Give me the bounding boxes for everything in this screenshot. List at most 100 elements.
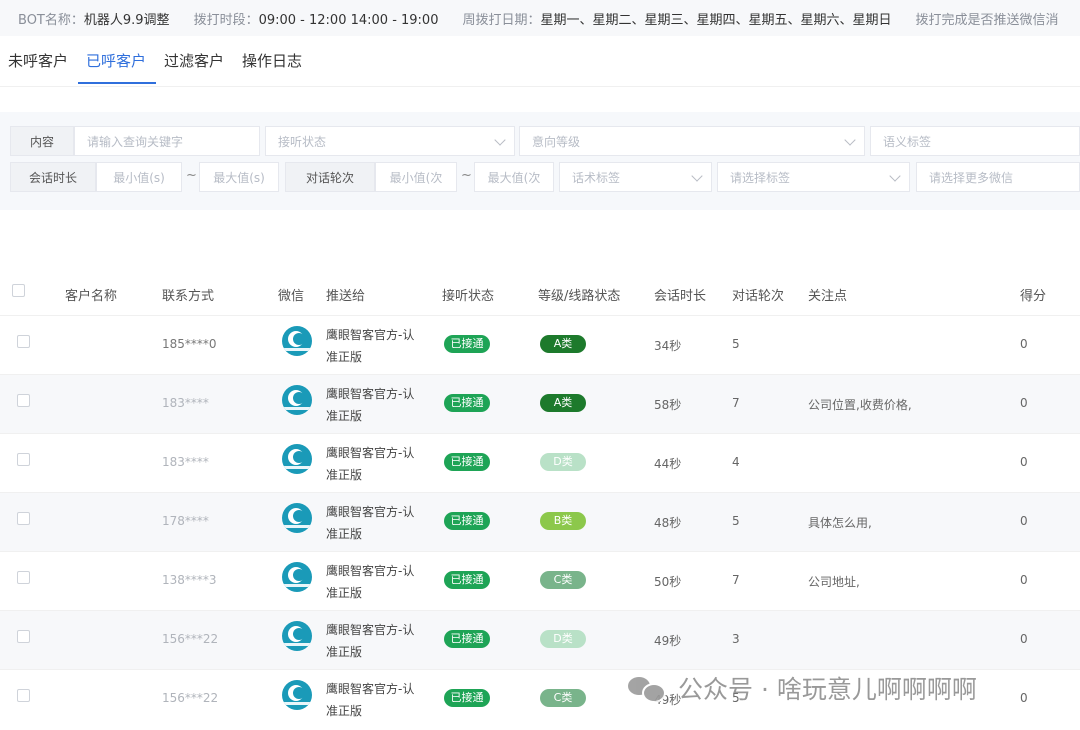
level-badge: D类 [540,453,586,471]
chevron-down-icon [844,134,856,146]
row-checkbox[interactable] [17,512,30,525]
level-badge: A类 [540,394,586,412]
rounds-value: 7 [732,396,740,410]
tag-placeholder: 请选择标签 [730,170,791,185]
col-focus: 关注点 [808,289,848,304]
focus-value: 公司地址, [808,575,860,589]
watermark: 公众号 · 啥玩意儿啊啊啊啊 [628,668,977,708]
push-target: 鹰眼智客官方-认准正版 [326,505,415,541]
app-root: BOT名称：机器人9.9调整 拨打时段：09:00 - 12:00 14:00 … [0,0,1080,730]
col-duration: 会话时长 [654,289,707,304]
wechat-select[interactable]: 请选择更多微信 [916,162,1080,192]
score-value: 0 [1020,514,1028,528]
dial-weekday-label: 周拨打日期： [462,12,541,28]
table-row[interactable]: 178**** 鹰眼智客官方-认准正版 已接通 B类 48秒 5 具体怎么用, … [0,492,1080,551]
level-badge: C类 [540,689,586,707]
semantic-tag-placeholder: 语义标签 [883,134,932,149]
score-value: 0 [1020,632,1028,646]
duration-label: 会话时长 [10,162,96,192]
tab-filtered[interactable]: 过滤客户 [156,40,234,84]
answer-status-badge: 已接通 [444,689,490,707]
max-rounds-input[interactable]: 最大值(次 [474,162,554,192]
rounds-value: 3 [732,632,740,646]
duration-value: 48秒 [654,516,682,530]
answer-status-badge: 已接通 [444,571,490,589]
score-value: 0 [1020,337,1028,351]
select-all-checkbox[interactable] [12,284,25,297]
rounds-value: 7 [732,573,740,587]
contact-phone: 183**** [162,396,209,410]
dial-time-info: 拨打时段：09:00 - 12:00 14:00 - 19:00 [194,9,439,28]
range-separator: ~ [186,168,197,183]
wechat-avatar-icon [282,444,312,474]
contact-phone: 156***22 [162,691,219,705]
focus-value: 公司位置,收费价格, [808,398,912,412]
tab-called[interactable]: 已呼客户 [78,40,157,84]
table-row[interactable]: 183**** 鹰眼智客官方-认准正版 已接通 D类 44秒 4 0 [0,433,1080,492]
wechat-placeholder: 请选择更多微信 [929,170,1014,185]
col-answer-status: 接听状态 [442,289,495,304]
col-customer-name: 客户名称 [65,289,118,304]
contact-phone: 178**** [162,514,209,528]
push-target: 鹰眼智客官方-认准正版 [326,328,415,364]
col-contact: 联系方式 [162,289,215,304]
table-row[interactable]: 185****0 鹰眼智客官方-认准正版 已接通 A类 34秒 5 0 [0,315,1080,374]
col-rounds: 对话轮次 [732,289,785,304]
script-tag-select[interactable]: 话术标签 [559,162,712,192]
level-badge: B类 [540,512,586,530]
col-push-to: 推送给 [326,289,366,304]
rounds-label: 对话轮次 [285,162,375,192]
bot-name-info: BOT名称：机器人9.9调整 [18,9,170,28]
max-duration-input[interactable]: 最大值(s) [199,162,279,192]
script-tag-placeholder: 话术标签 [572,170,621,185]
table-header: 客户名称 联系方式 微信 推送给 接听状态 等级/线路状态 会话时长 对话轮次 … [0,273,1080,315]
row-checkbox[interactable] [17,571,30,584]
table-row[interactable]: 156***22 鹰眼智客官方-认准正版 已接通 D类 49秒 3 0 [0,610,1080,669]
min-duration-input[interactable]: 最小值(s) [96,162,182,192]
semantic-tag-select[interactable]: 语义标签 [870,126,1080,156]
duration-value: 58秒 [654,398,682,412]
table-row[interactable]: 138****3 鹰眼智客官方-认准正版 已接通 C类 50秒 7 公司地址, … [0,551,1080,610]
bot-name-value: 机器人9.9调整 [83,12,170,28]
tab-operation-log[interactable]: 操作日志 [234,40,312,84]
table-row[interactable]: 183**** 鹰眼智客官方-认准正版 已接通 A类 58秒 7 公司位置,收费… [0,374,1080,433]
tab-uncalled[interactable]: 未呼客户 [0,40,78,84]
duration-value: 44秒 [654,457,682,471]
customer-tabs: 未呼客户 已呼客户 过滤客户 操作日志 [0,40,1080,86]
contact-phone: 185****0 [162,337,217,351]
push-target: 鹰眼智客官方-认准正版 [326,446,415,482]
row-checkbox[interactable] [17,630,30,643]
duration-value: 50秒 [654,575,682,589]
wechat-avatar-icon [282,680,312,710]
chevron-down-icon [691,170,703,182]
intent-level-select[interactable]: 意向等级 [519,126,865,156]
duration-value: 34秒 [654,339,682,353]
row-checkbox[interactable] [17,689,30,702]
range-separator: ~ [461,168,472,183]
chevron-down-icon [494,134,506,146]
focus-value: 具体怎么用, [808,516,872,530]
content-label: 内容 [10,126,74,156]
chevron-down-icon [889,170,901,182]
push-target: 鹰眼智客官方-认准正版 [326,564,415,600]
tabs-divider [0,86,1080,87]
row-checkbox[interactable] [17,335,30,348]
rounds-value: 5 [732,337,740,351]
row-checkbox[interactable] [17,394,30,407]
tag-select[interactable]: 请选择标签 [717,162,910,192]
duration-value: 49秒 [654,634,682,648]
answer-status-badge: 已接通 [444,335,490,353]
wechat-avatar-icon [282,326,312,356]
bot-name-label: BOT名称： [18,12,84,28]
row-checkbox[interactable] [17,453,30,466]
keyword-input[interactable]: 请输入查询关键字 [74,126,260,156]
answer-status-select[interactable]: 接听状态 [265,126,515,156]
level-badge: C类 [540,571,586,589]
contact-phone: 156***22 [162,632,219,646]
min-rounds-input[interactable]: 最小值(次 [375,162,457,192]
level-badge: D类 [540,630,586,648]
wechat-avatar-icon [282,621,312,651]
push-target: 鹰眼智客官方-认准正版 [326,623,415,659]
answer-status-badge: 已接通 [444,453,490,471]
rounds-value: 4 [732,455,740,469]
